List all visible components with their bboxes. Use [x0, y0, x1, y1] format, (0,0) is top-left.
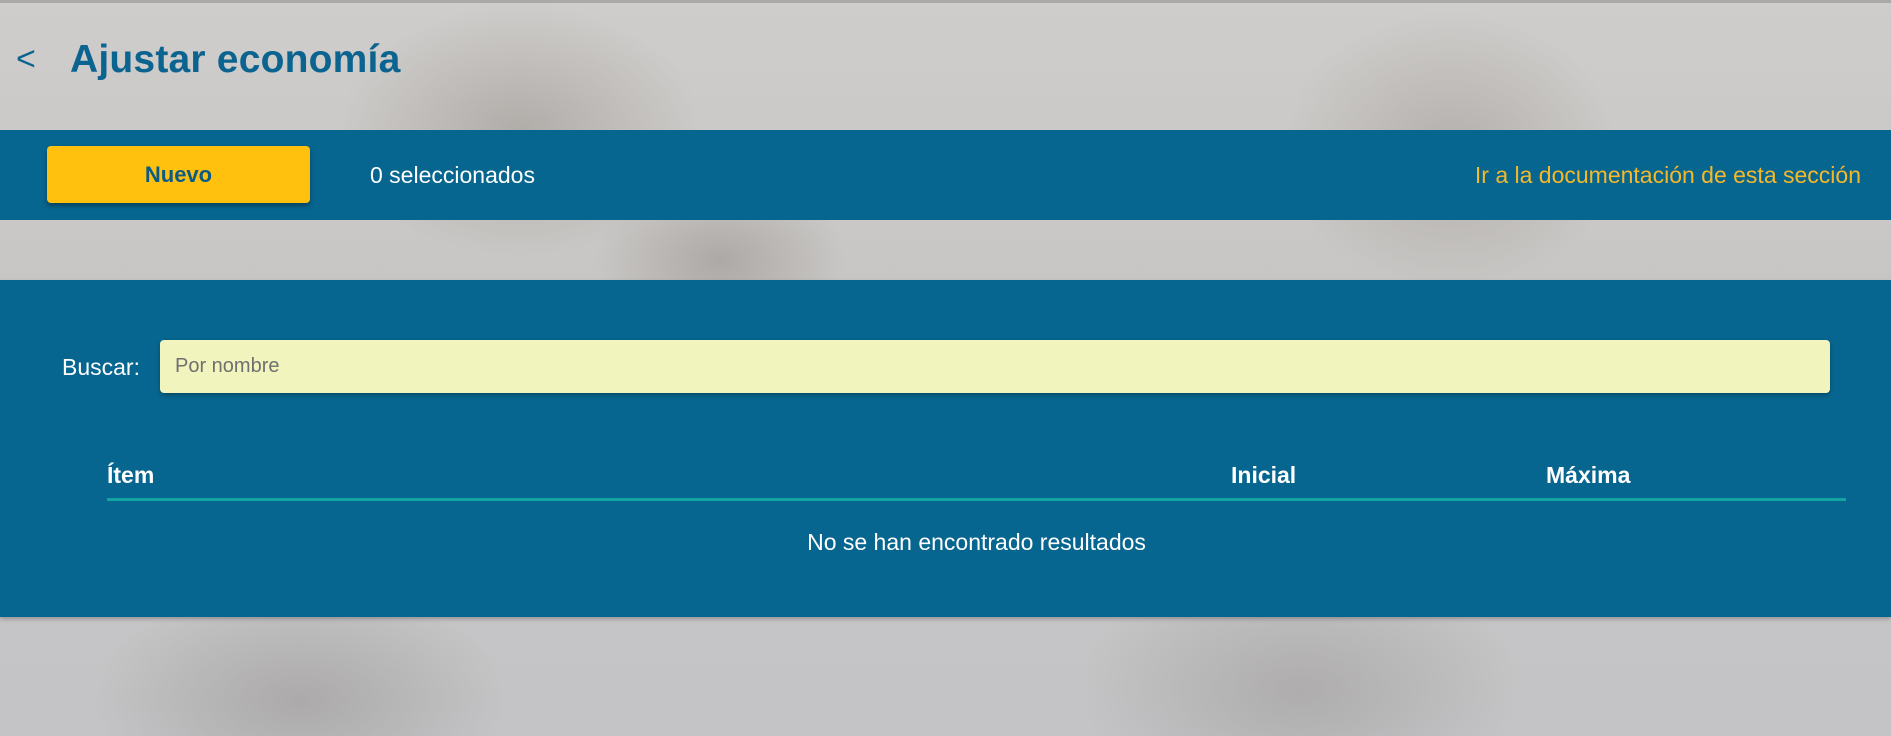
search-label: Buscar:	[62, 354, 140, 380]
column-header-item[interactable]: Ítem	[107, 462, 154, 489]
column-header-initial[interactable]: Inicial	[1231, 462, 1296, 489]
documentation-link[interactable]: Ir a la documentación de esta sección	[1475, 162, 1861, 189]
page-title: Ajustar economía	[70, 38, 401, 81]
results-table: Ítem Inicial Máxima No se han encontrado…	[107, 450, 1846, 556]
new-button[interactable]: Nuevo	[47, 146, 310, 203]
table-header: Ítem Inicial Máxima	[107, 450, 1846, 501]
main-panel: Buscar: Ítem Inicial Máxima No se han en…	[0, 280, 1891, 617]
back-icon[interactable]: <	[16, 40, 36, 79]
selected-count: 0 seleccionados	[370, 162, 535, 188]
empty-results-message: No se han encontrado resultados	[807, 529, 1146, 555]
column-header-max[interactable]: Máxima	[1546, 462, 1630, 489]
toolbar: Nuevo 0 seleccionados Ir a la documentac…	[0, 130, 1891, 220]
search-input[interactable]	[160, 340, 1830, 393]
page-header: < Ajustar economía	[0, 0, 1891, 130]
